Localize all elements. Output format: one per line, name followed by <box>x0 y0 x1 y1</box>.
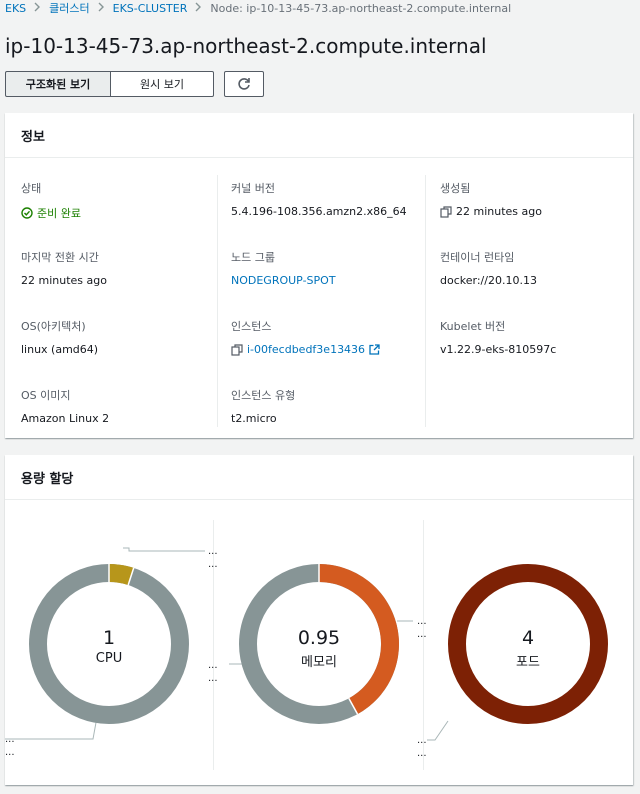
kernel-value: 5.4.196-108.356.amzn2.x86_64 <box>231 205 407 218</box>
instance-type-value: t2.micro <box>231 412 277 425</box>
memory-label: 메모리 <box>301 655 337 670</box>
instance-type-field: 인스턴스 유형 t2.micro <box>231 387 295 425</box>
instance-type-label: 인스턴스 유형 <box>231 389 296 402</box>
runtime-field: 컨테이너 런타임 docker://20.10.13 <box>440 249 537 287</box>
nodegroup-label: 노드 그룹 <box>231 251 275 264</box>
pods-ellipsis: ... <box>417 735 427 746</box>
nodegroup-field: 노드 그룹 NODEGROUP-SPOT <box>231 249 336 287</box>
info-panel: 정보 상태 준비 완료 커널 버전 5.4.196-108.356.amzn2.… <box>5 113 633 438</box>
kernel-label: 커널 버전 <box>231 182 275 195</box>
capacity-panel: 용량 할당 1 CPU 0.95 메모리 4 포드 ... ... ... ..… <box>5 455 633 785</box>
breadcrumb-chevron-icon <box>195 2 202 15</box>
created-text: 22 minutes ago <box>456 205 542 218</box>
status-label: 상태 <box>21 182 42 195</box>
os-image-field: OS 이미지 Amazon Linux 2 <box>21 387 109 425</box>
instance-link[interactable]: i-00fecdbedf3e13436 <box>247 343 365 356</box>
capacity-charts <box>5 547 608 741</box>
last-transition-field: 마지막 전환 시간 22 minutes ago <box>21 249 107 287</box>
cpu-center: 1 CPU <box>59 627 159 666</box>
runtime-value: docker://20.10.13 <box>440 274 537 287</box>
breadcrumb-clusters[interactable]: 클러스터 <box>49 0 89 16</box>
status-value: 준비 완료 <box>21 205 81 221</box>
nodegroup-link[interactable]: NODEGROUP-SPOT <box>231 274 336 287</box>
memory-center: 0.95 메모리 <box>269 627 369 670</box>
memory-allocated-ellipsis: ... <box>417 616 427 627</box>
breadcrumb-eks[interactable]: EKS <box>5 2 26 15</box>
created-field: 생성됨 22 minutes ago <box>440 180 542 218</box>
os-image-label: OS 이미지 <box>21 389 71 402</box>
breadcrumb-chevron-icon <box>98 2 105 15</box>
os-field: OS(아키텍처) linux (amd64) <box>21 318 98 356</box>
info-header: 정보 <box>5 113 633 158</box>
last-transition-label: 마지막 전환 시간 <box>21 251 99 264</box>
pods-value: 4 <box>521 627 535 649</box>
cpu-label: CPU <box>95 651 123 666</box>
pods-leader-line <box>427 720 449 741</box>
column-divider <box>217 175 218 427</box>
os-image-value: Amazon Linux 2 <box>21 412 110 425</box>
instance-value: i-00fecdbedf3e13436 <box>231 343 380 356</box>
cpu-allocated-ellipsis: ... <box>208 546 218 557</box>
kubelet-field: Kubelet 버전 v1.22.9-eks-810597c <box>440 318 556 356</box>
memory-free-ellipsis: ... <box>208 660 218 671</box>
cpu-free-ellipsis: ... <box>5 734 15 745</box>
breadcrumb: EKS 클러스터 EKS-CLUSTER Node: ip-10-13-45-7… <box>5 0 511 16</box>
column-divider <box>425 175 426 427</box>
kubelet-value: v1.22.9-eks-810597c <box>440 343 557 356</box>
cpu-allocated-ellipsis-2: ... <box>208 559 218 570</box>
memory-value: 0.95 <box>297 627 341 649</box>
status-field: 상태 준비 완료 <box>21 180 81 221</box>
os-label: OS(아키텍처) <box>21 320 86 333</box>
refresh-icon <box>237 77 251 91</box>
kubelet-label: Kubelet 버전 <box>440 320 506 333</box>
memory-allocated-ellipsis-2: ... <box>417 629 427 640</box>
pods-center: 4 포드 <box>478 627 578 670</box>
instance-label: 인스턴스 <box>231 320 272 333</box>
raw-view-button[interactable]: 원시 보기 <box>111 71 214 97</box>
kernel-field: 커널 버전 5.4.196-108.356.amzn2.x86_64 <box>231 180 407 218</box>
last-transition-value: 22 minutes ago <box>21 274 107 287</box>
cpu-value: 1 <box>102 627 116 649</box>
breadcrumb-current: Node: ip-10-13-45-73.ap-northeast-2.comp… <box>210 1 512 15</box>
view-toggle: 구조화된 보기 원시 보기 <box>5 71 214 97</box>
status-text: 준비 완료 <box>37 207 81 220</box>
refresh-button[interactable] <box>224 71 264 97</box>
created-value: 22 minutes ago <box>440 205 542 218</box>
instance-field: 인스턴스 i-00fecdbedf3e13436 <box>231 318 380 356</box>
cpu-allocated-segment <box>108 564 134 586</box>
cpu-leader-line-top <box>123 547 205 552</box>
copy-icon[interactable] <box>231 343 243 356</box>
runtime-label: 컨테이너 런타임 <box>440 251 515 264</box>
os-value: linux (amd64) <box>21 343 99 356</box>
structured-view-button[interactable]: 구조화된 보기 <box>5 71 111 97</box>
cpu-leader-line-bottom <box>5 716 98 740</box>
pods-ellipsis-2: ... <box>417 748 427 759</box>
created-label: 생성됨 <box>440 182 471 195</box>
breadcrumb-chevron-icon <box>34 2 41 15</box>
pods-label: 포드 <box>516 655 540 670</box>
memory-free-ellipsis-2: ... <box>208 673 218 684</box>
page-title: ip-10-13-45-73.ap-northeast-2.compute.in… <box>5 34 487 58</box>
cpu-free-ellipsis-2: ... <box>5 747 15 758</box>
check-circle-icon <box>21 207 33 219</box>
breadcrumb-cluster[interactable]: EKS-CLUSTER <box>113 2 188 15</box>
external-link-icon[interactable] <box>369 344 380 355</box>
copy-icon[interactable] <box>440 205 452 218</box>
